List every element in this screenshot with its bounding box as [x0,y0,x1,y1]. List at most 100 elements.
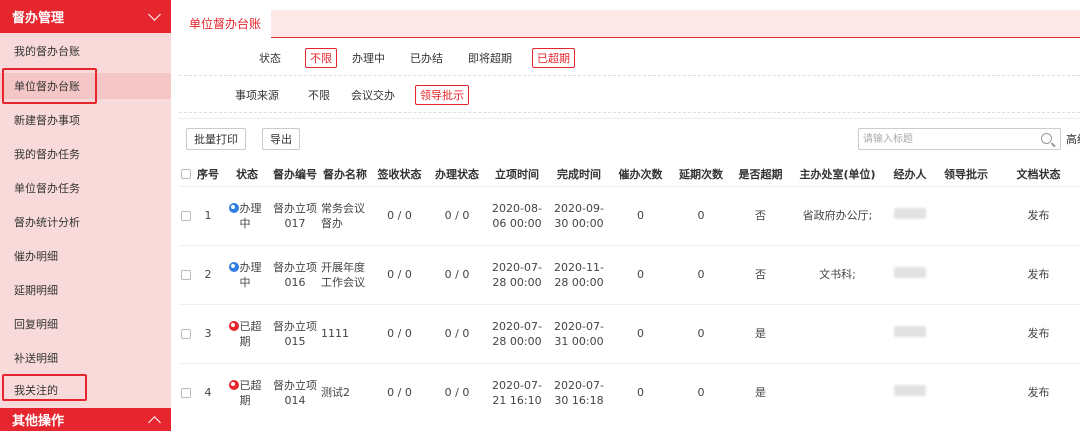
overdue-cell: 是 [731,303,790,363]
start-time-cell: 2020-08-06 00:00 [486,185,548,245]
source-option-meeting[interactable]: 会议交办 [346,85,400,105]
handler-redacted [894,208,926,219]
end-time-cell: 2020-09-30 00:00 [548,185,610,245]
name-cell[interactable]: 常务会议督办 [319,185,371,245]
column-header: 延期次数 [679,167,723,181]
status-cell: 办理中 [228,260,266,290]
sidebar-item-label: 回复明细 [14,318,58,331]
sidebar-item-delay-detail[interactable]: 延期明细 [0,277,171,303]
handle-status-cell: 0 / 0 [428,303,486,363]
sidebar-header-label: 督办管理 [12,11,65,26]
export-button[interactable]: 导出 [262,128,300,150]
status-option-done[interactable]: 已办结 [405,48,448,68]
row-checkbox[interactable] [181,388,191,399]
status-option-all[interactable]: 不限 [305,47,337,68]
sidebar-footer[interactable]: 其他操作 [0,408,171,431]
status-dot-icon [228,320,239,331]
sidebar-header[interactable]: 督办管理 [0,0,171,33]
doc-status-cell: 发布 [997,244,1080,304]
dept-cell: 省政府办公厅; [790,185,885,245]
status-cell: 已超期 [228,319,266,349]
sidebar-item-label: 补送明细 [14,352,58,365]
status-option-overdue[interactable]: 已超期 [532,47,575,68]
sidebar-item-my-ledger[interactable]: 我的督办台账 [0,38,171,64]
doc-status-cell: 发布 [997,185,1080,245]
search-icon[interactable] [1041,133,1052,144]
source-filter-label: 事项来源 [235,88,279,102]
overdue-cell: 否 [731,244,790,304]
delay-count-cell: 0 [671,185,731,245]
column-header: 经办人 [893,167,927,181]
table-row[interactable]: 4 已超期 督办立项014 测试2 0 / 00 / 0 2020-07-21 16:10… [179,362,1080,422]
sidebar-item-label: 催办明细 [14,250,58,263]
sidebar-item-label: 督办统计分析 [14,216,80,229]
sidebar-item-unit-tasks[interactable]: 单位督办任务 [0,175,171,201]
urge-count-cell: 0 [610,303,671,363]
sidebar-item-statistics[interactable]: 督办统计分析 [0,209,171,235]
row-number: 3 [193,303,223,363]
sidebar: 督办管理 我的督办台账 单位督办台账 新建督办事项 我的督办任务 单位督办任务 … [0,0,171,431]
source-option-leader[interactable]: 领导批示 [415,84,469,105]
column-header: 状态 [236,167,258,181]
column-header: 立项时间 [495,167,539,181]
name-cell[interactable]: 1111 [319,303,371,363]
status-cell: 办理中 [228,201,266,231]
delay-count-cell: 0 [671,244,731,304]
sign-status-cell: 0 / 0 [371,303,428,363]
dept-cell [790,303,885,363]
sidebar-item-supplement-detail[interactable]: 补送明细 [0,345,171,371]
search-box [858,128,1061,150]
status-option-due-soon[interactable]: 即将超期 [463,48,517,68]
end-time-cell: 2020-07-30 16:18 [548,362,610,422]
code-cell: 督办立项016 [271,244,319,304]
delay-count-cell: 0 [671,362,731,422]
chevron-up-icon [148,416,161,429]
status-filter-row: 状态 不限 办理中 已办结 即将超期 已超期 [179,40,1080,76]
sidebar-item-my-tasks[interactable]: 我的督办任务 [0,141,171,167]
name-cell[interactable]: 测试2 [319,362,371,422]
handler-redacted [894,385,926,397]
column-header: 办理状态 [435,167,479,181]
handle-status-cell: 0 / 0 [428,185,486,245]
overdue-cell: 否 [731,185,790,245]
status-option-in-progress[interactable]: 办理中 [347,48,390,68]
ledger-table: 序号 状态 督办编号 督办名称 签收状态 办理状态 立项时间 完成时间 催办次数… [179,162,1080,422]
table-row[interactable]: 2 办理中 督办立项016 开展年度工作会议 0 / 00 / 0 2020-07-28 … [179,244,1080,304]
column-header: 主办处室(单位) [799,167,876,181]
leader-instruction-cell [935,362,997,422]
chevron-down-icon [148,8,161,21]
sidebar-footer-label: 其他操作 [12,414,65,429]
doc-status-cell: 发布 [997,303,1080,363]
row-number: 1 [193,185,223,245]
tab-unit-ledger[interactable]: 单位督办台账 [179,10,272,38]
source-option-all[interactable]: 不限 [303,85,335,105]
sidebar-item-new-item[interactable]: 新建督办事项 [0,107,171,133]
sidebar-item-urge-detail[interactable]: 催办明细 [0,243,171,269]
end-time-cell: 2020-07-31 00:00 [548,303,610,363]
search-input[interactable] [859,129,1029,149]
table-row[interactable]: 3 已超期 督办立项015 1111 0 / 00 / 0 2020-07-28 00:0… [179,303,1080,363]
row-checkbox[interactable] [181,329,191,339]
column-header: 序号 [197,167,219,181]
code-cell: 督办立项017 [271,185,319,245]
urge-count-cell: 0 [610,185,671,245]
dept-cell [790,362,885,422]
name-cell[interactable]: 开展年度工作会议 [319,244,371,304]
select-all-checkbox[interactable] [181,169,191,180]
row-checkbox[interactable] [181,211,191,221]
delay-count-cell: 0 [671,303,731,363]
row-checkbox[interactable] [181,270,191,280]
source-filter-row: 事项来源 不限 会议交办 领导批示 [179,77,1080,113]
batch-print-button[interactable]: 批量打印 [186,128,246,150]
end-time-cell: 2020-11-28 00:00 [548,244,610,304]
handler-redacted [894,326,926,337]
sidebar-item-reply-detail[interactable]: 回复明细 [0,311,171,337]
main-panel: 单位督办台账 状态 不限 办理中 已办结 即将超期 已超期 事项来源 不限 会议… [179,0,1080,431]
table-row[interactable]: 1 办理中 督办立项017 常务会议督办 0 / 00 / 0 2020-08-06 00… [179,185,1080,245]
highlight-box-followed [2,374,87,401]
status-text: 已超期 [239,378,262,407]
advanced-search-link[interactable]: 高级 [1066,131,1080,147]
code-cell: 督办立项014 [271,362,319,422]
column-header: 督办编号 [273,167,317,181]
urge-count-cell: 0 [610,244,671,304]
